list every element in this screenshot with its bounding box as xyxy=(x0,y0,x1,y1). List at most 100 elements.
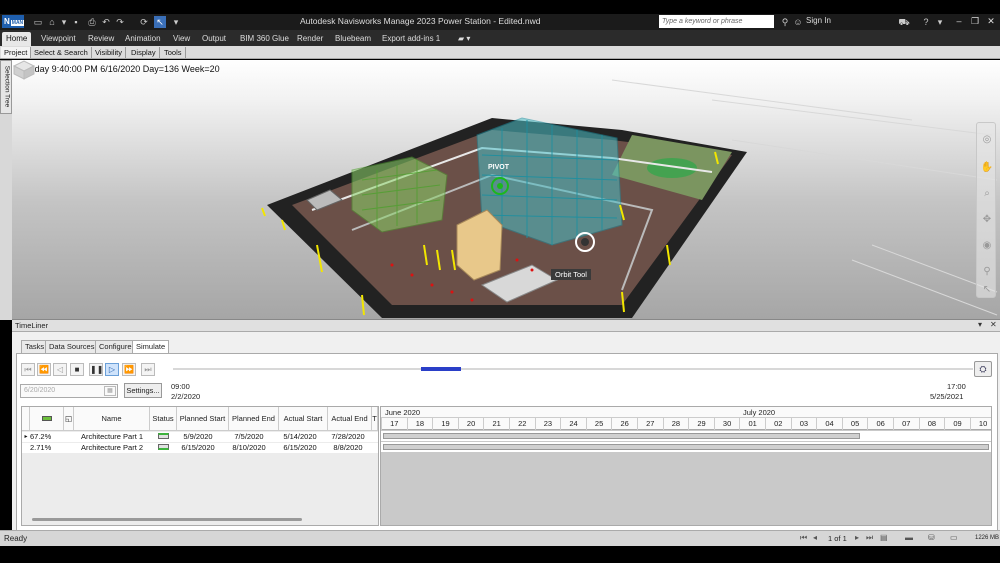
gantt-day-label: 06 xyxy=(867,418,893,430)
stop-icon[interactable]: ■ xyxy=(70,363,84,376)
walk-icon[interactable]: ⚲ xyxy=(980,265,994,279)
col-name[interactable]: Name xyxy=(74,407,150,431)
navigation-bar: ◎ ✋ ⌕ ✥ ◉ ⚲ ↖ xyxy=(976,122,996,298)
tab-bim-360-glue[interactable]: BIM 360 Glue xyxy=(236,32,293,46)
play-icon[interactable]: ▷ xyxy=(105,363,119,376)
open-file-icon[interactable]: ⌂ xyxy=(46,16,58,28)
title-bar: N MAN ▭ ⌂ ▾ ▪ ⎙ ↶ ↷ ⟳ ↖ ▾ Autodesk Navisw… xyxy=(0,14,1000,30)
table-row[interactable]: 2.71% Architecture Part 2 6/15/2020 8/10… xyxy=(22,443,378,453)
pan-icon[interactable]: ✋ xyxy=(980,161,994,175)
viewcube-icon[interactable] xyxy=(12,60,36,80)
gantt-day-label: 20 xyxy=(457,418,484,430)
minimize-icon[interactable]: – xyxy=(952,15,966,28)
simulation-date-overlay: Tuesday 9:40:00 PM 6/16/2020 Day=136 Wee… xyxy=(15,64,220,74)
gantt-bar[interactable] xyxy=(383,433,860,439)
restore-icon[interactable]: ❐ xyxy=(968,15,982,28)
tab-review[interactable]: Review xyxy=(84,32,118,46)
sign-in-link[interactable]: Sign In xyxy=(806,16,831,25)
tab-export-add-ins[interactable]: Export add-ins 1 xyxy=(378,32,444,46)
step-back-icon[interactable]: ⏪ xyxy=(37,363,51,376)
col-planned-start[interactable]: Planned Start xyxy=(177,407,229,431)
calendar-icon[interactable]: ▦ xyxy=(104,386,116,396)
tab-bluebeam[interactable]: Bluebeam xyxy=(331,32,375,46)
col-actual-end[interactable]: Actual End xyxy=(328,407,372,431)
select-tool-icon[interactable]: ↖ xyxy=(154,16,166,28)
go-to-start-icon[interactable]: ⏮ xyxy=(21,363,35,376)
gantt-day-header: 17 18 19 20 21 22 23 24 25 26 27 28 29 30 01 02 03 04 05 06… xyxy=(381,418,991,430)
simulation-date-field[interactable]: 6/20/2020 ▦ xyxy=(20,384,118,398)
tab-view[interactable]: View xyxy=(169,32,194,46)
undo-icon[interactable]: ↶ xyxy=(100,16,112,28)
col-comment[interactable]: ◱ xyxy=(64,407,74,431)
look-icon[interactable]: ◉ xyxy=(980,239,994,253)
orbit-icon[interactable]: ✥ xyxy=(980,213,994,227)
3d-viewport[interactable]: Tuesday 9:40:00 PM 6/16/2020 Day=136 Wee… xyxy=(12,60,1000,319)
first-sheet-icon[interactable]: ⏮ xyxy=(800,533,807,543)
gantt-bar[interactable] xyxy=(383,444,989,450)
save-icon[interactable]: ▪ xyxy=(70,16,82,28)
help-icon[interactable]: ? xyxy=(920,16,932,28)
camera-dropdown-icon[interactable]: ▰ ▾ xyxy=(454,32,474,46)
selection-tree-tab[interactable]: Selection Tree xyxy=(0,60,12,114)
left-dock-strip xyxy=(0,114,12,320)
panel-tab-select-search[interactable]: Select & Search xyxy=(31,47,92,58)
binoculars-search-icon[interactable]: ⚲ xyxy=(779,16,791,28)
col-planned-end[interactable]: Planned End xyxy=(229,407,279,431)
gantt-day-label: 21 xyxy=(483,418,509,430)
start-date: 2/2/2020 xyxy=(171,392,201,401)
tab-simulate[interactable]: Simulate xyxy=(132,340,170,354)
go-to-end-icon[interactable]: ⏭ xyxy=(141,363,155,376)
export-animation-icon[interactable]: ⛭ xyxy=(974,361,992,377)
steering-wheel-icon[interactable]: ◎ xyxy=(980,133,994,147)
zoom-icon[interactable]: ⌕ xyxy=(980,187,994,201)
cart-icon[interactable]: ⛟ xyxy=(898,16,910,28)
col-actual-start[interactable]: Actual Start xyxy=(279,407,328,431)
sheet-browser-icon[interactable]: ▤ xyxy=(880,533,888,542)
tab-data-sources[interactable]: Data Sources xyxy=(45,340,99,353)
orbit-tool-tooltip: Orbit Tool xyxy=(551,269,591,280)
application-menu-button[interactable]: N MAN xyxy=(2,15,25,28)
panel-menu-icon[interactable]: ▾ xyxy=(978,320,982,329)
select-icon[interactable]: ↖ xyxy=(980,283,994,297)
panel-tab-visibility[interactable]: Visibility xyxy=(92,47,126,58)
simulation-slider-thumb[interactable] xyxy=(421,367,461,371)
settings-button[interactable]: Settings... xyxy=(124,383,162,398)
panel-close-icon[interactable]: ✕ xyxy=(990,320,997,329)
last-sheet-icon[interactable]: ⏭ xyxy=(866,533,873,543)
refresh-icon[interactable]: ⟳ xyxy=(138,16,150,28)
tab-home[interactable]: Home xyxy=(2,32,32,46)
col-status[interactable]: Status xyxy=(150,407,177,431)
next-sheet-icon[interactable]: ▸ xyxy=(855,533,859,542)
col-progress[interactable] xyxy=(30,407,64,431)
pause-icon[interactable]: ❚❚ xyxy=(89,363,103,376)
help-dropdown-icon[interactable]: ▾ xyxy=(934,16,946,28)
gantt-day-label: 27 xyxy=(637,418,663,430)
previous-sheet-icon[interactable]: ◂ xyxy=(813,533,817,542)
simulation-slider[interactable] xyxy=(173,367,973,371)
customize-quick-access-icon[interactable]: ▾ xyxy=(170,16,182,28)
close-icon[interactable]: ✕ xyxy=(984,15,998,28)
new-file-icon[interactable]: ▭ xyxy=(32,16,44,28)
grid-horizontal-scrollbar[interactable] xyxy=(32,518,302,521)
user-icon[interactable]: ☺ xyxy=(792,16,804,28)
gantt-day-label: 07 xyxy=(893,418,919,430)
reverse-play-icon[interactable]: ◁ xyxy=(53,363,67,376)
panel-tab-project[interactable]: Project xyxy=(1,47,32,58)
panel-tab-tools[interactable]: Tools xyxy=(161,47,186,58)
tab-animation[interactable]: Animation xyxy=(121,32,165,46)
tab-configure[interactable]: Configure xyxy=(95,340,136,353)
help-search-input[interactable]: Type a keyword or phrase xyxy=(659,15,774,28)
table-row[interactable]: ▸ 67.2% Architecture Part 1 5/9/2020 7/5… xyxy=(22,432,378,442)
print-icon[interactable]: ⎙ xyxy=(86,16,98,28)
panel-tab-display[interactable]: Display xyxy=(128,47,160,58)
tab-output[interactable]: Output xyxy=(198,32,230,46)
row-planned-end: 8/10/2020 xyxy=(232,443,266,452)
quick-access-dropdown-icon[interactable]: ▾ xyxy=(58,16,70,28)
col-type[interactable]: T xyxy=(372,407,378,431)
status-bar-icon xyxy=(150,432,177,442)
gantt-day-label: 02 xyxy=(765,418,791,430)
redo-icon[interactable]: ↷ xyxy=(114,16,126,28)
tab-viewpoint[interactable]: Viewpoint xyxy=(37,32,80,46)
step-forward-icon[interactable]: ⏩ xyxy=(122,363,136,376)
tab-render[interactable]: Render xyxy=(293,32,327,46)
